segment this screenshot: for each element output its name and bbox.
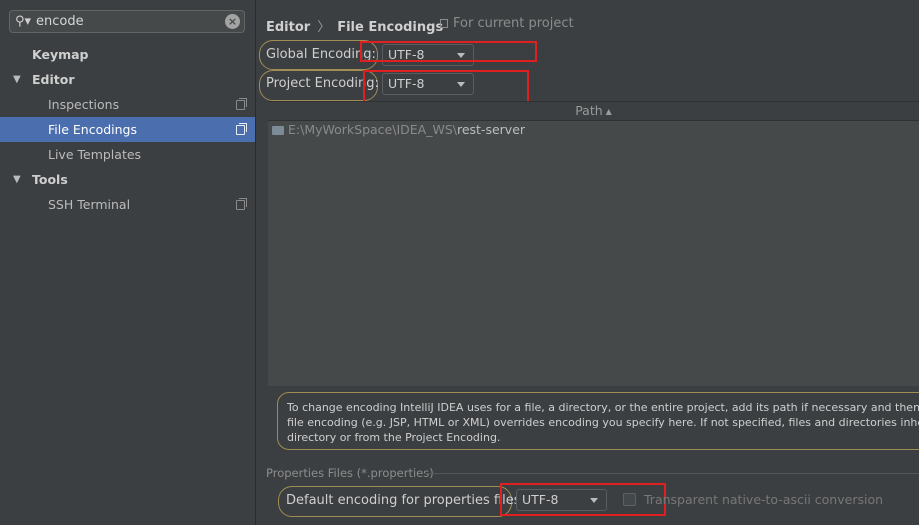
expand-arrow-icon[interactable]: ▼: [13, 167, 21, 192]
sidebar-item-label: Live Templates: [48, 147, 142, 162]
for-project-label: For current project: [453, 16, 574, 31]
project-scope-icon: [236, 98, 247, 110]
expand-arrow-icon[interactable]: ▼: [13, 67, 21, 92]
help-line: To change encoding IntelliJ IDEA uses fo…: [287, 401, 919, 414]
transparent-ascii-label[interactable]: Transparent native-to-ascii conversion: [644, 492, 883, 507]
row-path-name: rest-server: [456, 122, 526, 137]
properties-encoding-combo[interactable]: UTF-8: [516, 489, 607, 511]
breadcrumb-separator: 〉: [317, 20, 331, 35]
properties-section-title: Properties Files (*.properties): [266, 466, 434, 480]
global-encoding-label: Global Encoding:: [266, 47, 376, 62]
section-divider: [424, 473, 919, 474]
sidebar-item-label: SSH Terminal: [48, 197, 131, 212]
search-icon[interactable]: ⚲▾: [15, 14, 31, 29]
sort-ascending-icon: ▲: [605, 107, 612, 116]
default-properties-encoding-label: Default encoding for properties files:: [286, 493, 525, 508]
properties-encoding-value: UTF-8: [522, 492, 559, 507]
settings-sidebar: ⚲▾ encode × Keymap ▼ Editor Inspections …: [0, 0, 256, 525]
search-value: encode: [36, 14, 84, 29]
table-row[interactable]: E:\MyWorkSpace\IDEA_WS\rest-server: [268, 120, 919, 140]
breadcrumb-editor: Editor: [266, 20, 311, 35]
encoding-help-text: To change encoding IntelliJ IDEA uses fo…: [277, 392, 919, 450]
project-scope-icon: [440, 19, 448, 28]
sidebar-item-label: Inspections: [48, 97, 120, 112]
sidebar-item-keymap[interactable]: Keymap: [0, 42, 255, 67]
for-current-project-note: For current project: [440, 16, 574, 31]
file-encodings-panel: Editor 〉 File Encodings For current projec…: [256, 0, 919, 525]
breadcrumb-file-encodings: File Encodings: [337, 20, 444, 35]
project-encoding-value: UTF-8: [388, 76, 425, 91]
row-path: E:\MyWorkSpace\IDEA_WS\rest-server: [288, 120, 525, 140]
folder-icon: [272, 126, 284, 135]
sidebar-item-label: Keymap: [32, 47, 89, 62]
path-encoding-table[interactable]: Path ▲ E:\MyWorkSpace\IDEA_WS\rest-server: [268, 101, 919, 386]
dropdown-arrow-icon: [457, 82, 465, 87]
project-encoding-label: Project Encoding:: [266, 76, 379, 91]
sidebar-item-editor[interactable]: ▼ Editor: [0, 67, 255, 92]
row-path-prefix: E:\MyWorkSpace\IDEA_WS\: [288, 122, 457, 137]
global-encoding-combo[interactable]: UTF-8: [382, 44, 474, 66]
help-line: file encoding (e.g. JSP, HTML or XML) ov…: [287, 416, 919, 429]
help-line: directory or from the Project Encoding.: [287, 431, 501, 444]
dropdown-arrow-icon: [457, 53, 465, 58]
sidebar-item-label: Editor: [32, 72, 75, 87]
dropdown-arrow-icon: [590, 498, 598, 503]
column-header-label: Path: [575, 103, 603, 118]
sidebar-item-live-templates[interactable]: Live Templates: [0, 142, 255, 167]
settings-search-input[interactable]: ⚲▾ encode ×: [9, 10, 245, 33]
project-encoding-combo[interactable]: UTF-8: [382, 73, 474, 95]
sidebar-item-label: Tools: [32, 172, 68, 187]
project-scope-icon: [236, 123, 247, 135]
table-column-path[interactable]: Path ▲: [268, 101, 919, 121]
sidebar-item-tools[interactable]: ▼ Tools: [0, 167, 255, 192]
transparent-ascii-checkbox[interactable]: [623, 493, 636, 506]
sidebar-item-file-encodings[interactable]: File Encodings: [0, 117, 255, 142]
global-encoding-value: UTF-8: [388, 47, 425, 62]
sidebar-item-inspections[interactable]: Inspections: [0, 92, 255, 117]
sidebar-item-label: File Encodings: [48, 122, 138, 137]
project-scope-icon: [236, 198, 247, 210]
sidebar-item-ssh-terminal[interactable]: SSH Terminal: [0, 192, 255, 217]
breadcrumb: Editor 〉 File Encodings: [266, 16, 443, 35]
clear-icon[interactable]: ×: [225, 14, 240, 29]
